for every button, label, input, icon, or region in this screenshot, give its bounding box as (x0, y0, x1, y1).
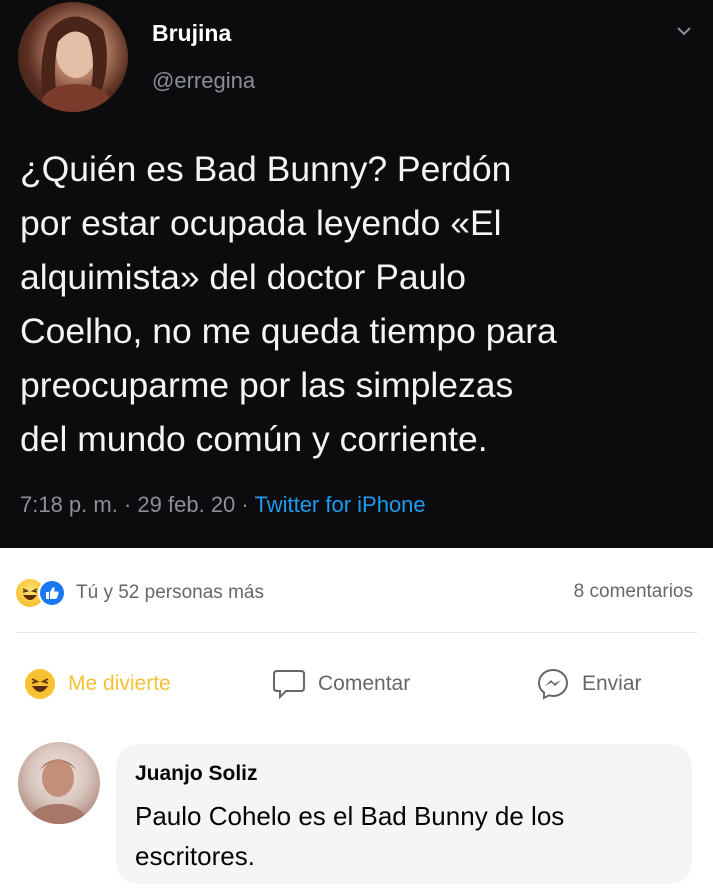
tweet-text-line: del mundo común y corriente. (20, 419, 488, 459)
tweet-text-line: Coelho, no me queda tiempo para (20, 311, 557, 351)
tweet-text-line: ¿Quién es Bad Bunny? Perdón (20, 149, 512, 189)
comment-text: Paulo Cohelo es el Bad Bunny de los escr… (135, 796, 675, 876)
commenter-avatar[interactable] (18, 742, 100, 824)
like-reaction-icon (38, 579, 66, 607)
tweet-handle[interactable]: @erregina (152, 68, 255, 94)
comment-bubble-icon (272, 668, 306, 700)
reactions-count-text: Tú y 52 personas más (76, 582, 264, 603)
tweet-text-line: por estar ocupada leyendo «El (20, 203, 502, 243)
post-actions-bar: Me divierte Comentar Enviar (0, 660, 713, 708)
tweet-time[interactable]: 7:18 p. m. (20, 492, 118, 517)
comment-button[interactable]: Comentar (272, 660, 410, 708)
tweet-text: ¿Quién es Bad Bunny? Perdón por estar oc… (20, 142, 700, 466)
tweet-card: Brujina @erregina ¿Quién es Bad Bunny? P… (0, 0, 713, 548)
tweet-date[interactable]: 29 feb. 20 (137, 492, 235, 517)
send-button[interactable]: Enviar (536, 660, 642, 708)
reactions-summary[interactable]: Tú y 52 personas más (16, 578, 264, 608)
send-button-label: Enviar (582, 672, 642, 695)
chevron-down-icon[interactable] (675, 22, 693, 40)
divider (16, 632, 697, 633)
comment-text-line: escritores. (135, 841, 255, 871)
haha-button-label: Me divierte (68, 672, 171, 695)
comment-author-name[interactable]: Juanjo Soliz (135, 762, 258, 786)
tweet-text-line: alquimista» del doctor Paulo (20, 257, 466, 297)
messenger-icon (536, 667, 570, 701)
comment-text-line: Paulo Cohelo es el Bad Bunny de los (135, 801, 565, 831)
commenter-avatar-image (30, 759, 86, 824)
comment-button-label: Comentar (318, 672, 411, 695)
tweet-source-link[interactable]: Twitter for iPhone (254, 492, 425, 517)
haha-reaction-button[interactable]: Me divierte (24, 660, 171, 708)
haha-emoji-icon (24, 668, 56, 700)
tweet-author-avatar[interactable] (18, 2, 128, 112)
meta-separator: · (123, 492, 132, 517)
tweet-metadata: 7:18 p. m. · 29 feb. 20 · Twitter for iP… (20, 492, 426, 518)
avatar-portrait (41, 16, 110, 112)
comments-count-link[interactable]: 8 comentarios (574, 581, 693, 603)
tweet-text-line: preocuparme por las simplezas (20, 365, 514, 405)
meta-separator: · (241, 492, 249, 517)
tweet-display-name[interactable]: Brujina (152, 20, 231, 47)
